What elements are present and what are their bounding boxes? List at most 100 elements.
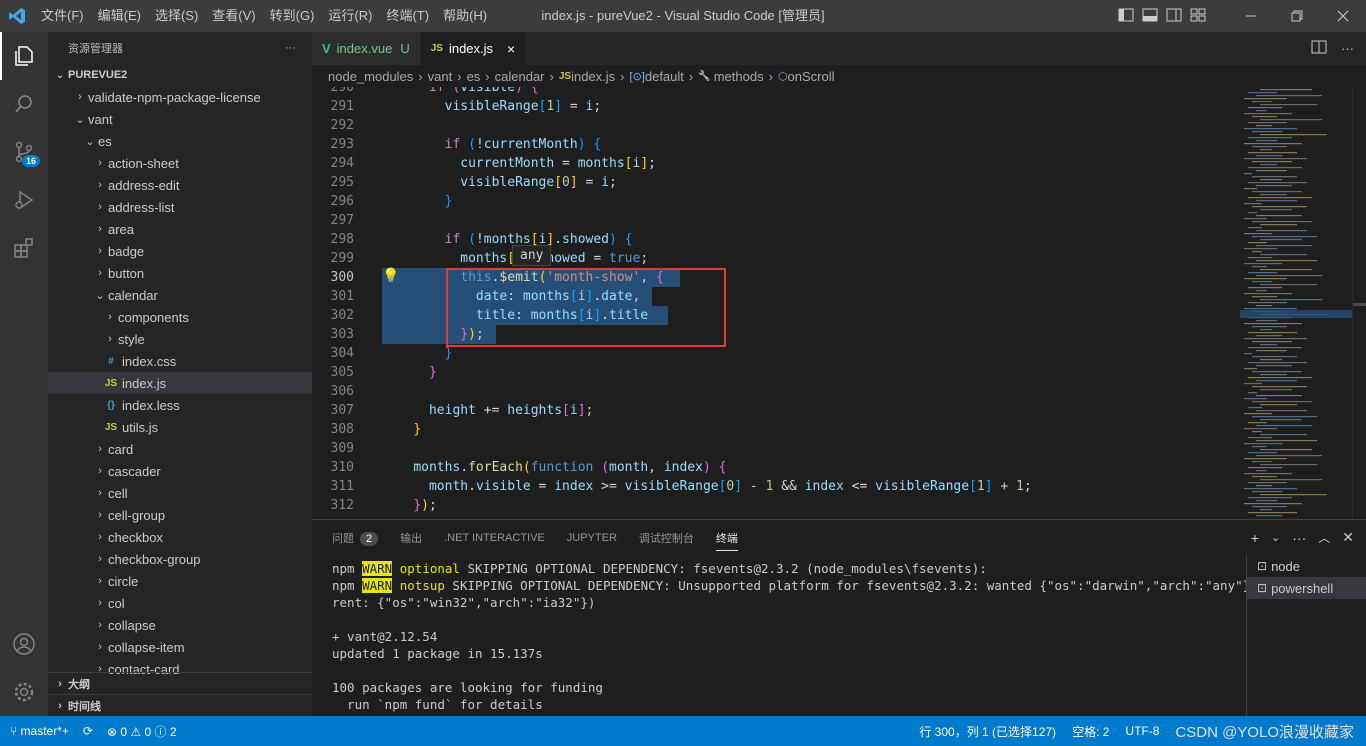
settings-gear-icon[interactable] [0,668,48,716]
tree-folder[interactable]: › button [48,262,312,284]
tree-folder[interactable]: › validate-npm-package-license [48,86,312,108]
tree-folder[interactable]: ⌄ es [48,130,312,152]
tree-folder[interactable]: › action-sheet [48,152,312,174]
toggle-panel-icon[interactable] [1142,8,1158,25]
chevron-down-icon[interactable]: ⌄ [1271,531,1280,544]
code-line: 311 month.visible = index >= visibleRang… [312,477,1242,496]
tree-folder[interactable]: › address-edit [48,174,312,196]
tree-file[interactable]: JS utils.js [48,416,312,438]
panel-tab[interactable]: 调试控制台 [639,530,694,546]
timeline-section[interactable]: › 时间线 [48,694,312,716]
terminal-line: + vant@2.12.54 [332,629,438,644]
tree-folder[interactable]: › address-list [48,196,312,218]
breadcrumb-item[interactable]: onScroll [788,69,835,84]
split-editor-icon[interactable] [1311,40,1327,57]
menu-item[interactable]: 选择(S) [148,0,205,32]
tree-folder[interactable]: ⌄ calendar [48,284,312,306]
terminal-instance[interactable]: ⊡ node [1247,555,1366,577]
tree-folder[interactable]: › badge [48,240,312,262]
workspace-root[interactable]: ⌄ PUREVUE2 [48,64,312,86]
breadcrumb-item[interactable]: calendar [495,69,545,84]
tree-folder[interactable]: › collapse-item [48,636,312,658]
tree-folder[interactable]: › cascader [48,460,312,482]
toggle-secondary-sidebar-icon[interactable] [1166,8,1182,25]
menu-item[interactable]: 运行(R) [321,0,379,32]
tree-folder[interactable]: › style [48,328,312,350]
tree-file[interactable]: JS index.js [48,372,312,394]
customize-layout-icon[interactable] [1190,8,1206,25]
code-editor[interactable]: 290 if (visible) {291 visibleRange[1] = … [312,87,1366,519]
encoding[interactable]: UTF-8 [1125,724,1159,738]
breadcrumb-item[interactable]: node_modules [328,69,413,84]
toggle-sidebar-icon[interactable] [1118,8,1134,25]
tree-file[interactable]: # index.css [48,350,312,372]
panel-tab[interactable]: 输出 [400,530,422,546]
git-branch[interactable]: ⑂ master*+ [10,724,69,738]
menu-item[interactable]: 查看(V) [205,0,262,32]
close-panel-icon[interactable]: ✕ [1342,529,1354,546]
more-actions-icon[interactable]: ··· [1292,530,1306,546]
menu-item[interactable]: 编辑(E) [91,0,148,32]
chevron-right-icon: › [98,443,102,455]
breadcrumb-item[interactable]: es [467,69,481,84]
code-text: } [428,365,437,380]
minimap[interactable] [1240,87,1352,519]
line-number: 304 [330,346,354,361]
sync-icon[interactable]: ⟳ [83,724,93,738]
breadcrumb-item[interactable]: index.js [571,69,615,84]
tree-item-label: button [108,265,145,281]
source-control-icon[interactable]: 16 [0,128,48,176]
panel-tab[interactable]: 问题 2 [332,530,379,546]
tree-folder[interactable]: › cell [48,482,312,504]
cursor-position[interactable]: 行 300，列 1 (已选择127) [919,723,1056,740]
code-line: 299 months[i].showed = true; [312,249,1242,268]
panel-tab[interactable]: 终端 [715,530,738,551]
close-window-button[interactable] [1320,0,1366,32]
editor-scrollbar[interactable] [1352,87,1366,519]
explorer-icon[interactable] [0,32,48,80]
menu-item[interactable]: 帮助(H) [436,0,494,32]
panel-tab[interactable]: .NET INTERACTIVE [444,532,545,544]
menu-item[interactable]: 文件(F) [34,0,91,32]
tree-file[interactable]: {} index.less [48,394,312,416]
outline-section[interactable]: › 大纲 [48,672,312,694]
search-icon[interactable] [0,80,48,128]
close-tab-icon[interactable]: × [507,41,515,57]
restore-button[interactable] [1274,0,1320,32]
breadcrumb-item[interactable]: methods [714,69,764,84]
panel-tab[interactable]: JUPYTER [567,532,617,544]
panel-tab-label: 输出 [400,532,423,545]
tree-folder[interactable]: › col [48,592,312,614]
minimize-button[interactable] [1228,0,1274,32]
menu-item[interactable]: 转到(G) [263,0,322,32]
indentation[interactable]: 空格: 2 [1072,723,1109,740]
tree-folder[interactable]: › checkbox-group [48,548,312,570]
accounts-icon[interactable] [0,620,48,668]
problems-summary[interactable]: ⊗ 0 ⚠ 0 ⓘ 2 [107,723,177,740]
breadcrumb-item[interactable]: vant [428,69,453,84]
tree-folder[interactable]: › components [48,306,312,328]
new-terminal-icon[interactable]: + [1251,530,1259,546]
tree-folder[interactable]: › card [48,438,312,460]
tree-folder[interactable]: ⌄ vant [48,108,312,130]
tree-folder[interactable]: › cell-group [48,504,312,526]
breadcrumb: node_modules › vant › es › calendar › JS index.j… [312,65,1366,87]
breadcrumb-item[interactable]: default [645,69,684,84]
tree-folder[interactable]: › area [48,218,312,240]
tab-index-js[interactable]: JS index.js × [420,32,527,65]
tree-folder[interactable]: › collapse [48,614,312,636]
more-actions-icon[interactable]: ··· [285,42,296,54]
extensions-icon[interactable] [0,224,48,272]
terminal-instance[interactable]: ⊡ powershell [1247,577,1366,599]
tree-folder[interactable]: › circle [48,570,312,592]
run-debug-icon[interactable] [0,176,48,224]
menu-item[interactable]: 终端(T) [379,0,436,32]
tree-folder[interactable]: › checkbox [48,526,312,548]
lightbulb-icon[interactable]: 💡 [382,268,399,284]
terminal-output[interactable]: npm WARN optional SKIPPING OPTIONAL DEPE… [332,560,1288,713]
code-line: 312 }); [312,496,1242,515]
tab-index-vue[interactable]: V index.vue U [312,32,421,65]
maximize-panel-icon[interactable]: ︿ [1318,529,1330,546]
more-actions-icon[interactable]: ··· [1341,41,1354,56]
